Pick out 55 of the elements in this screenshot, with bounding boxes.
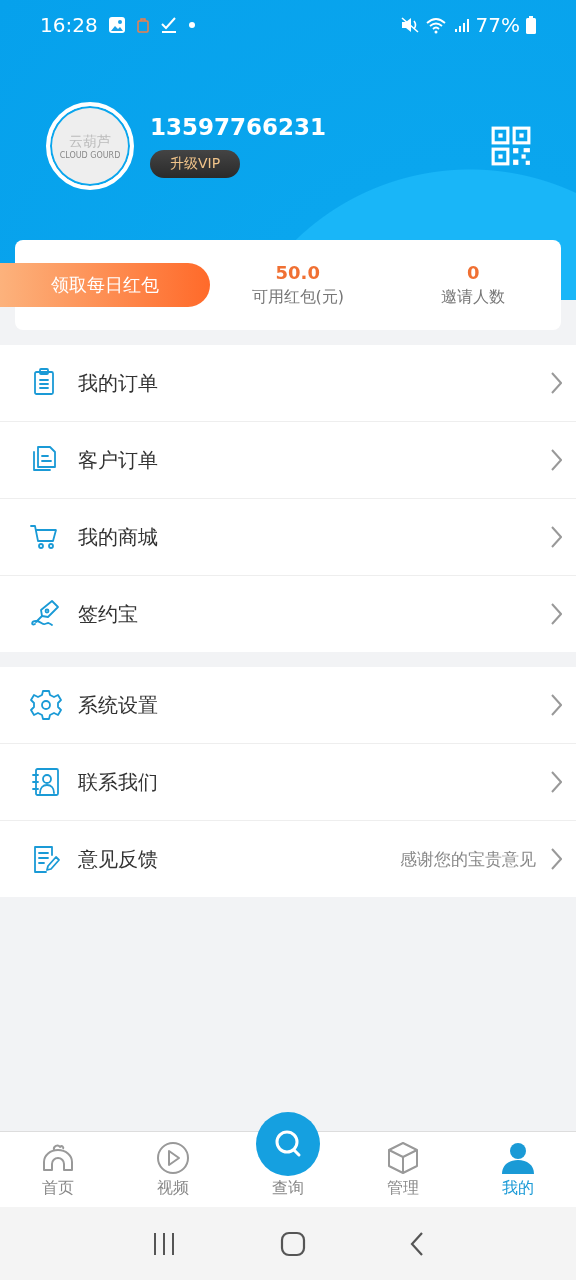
chevron-right-icon bbox=[550, 770, 562, 794]
menu-item[interactable]: 我的商城 bbox=[0, 499, 576, 576]
menu-label: 意见反馈 bbox=[78, 845, 159, 873]
stat-label: 邀请人数 bbox=[441, 287, 506, 308]
chevron-right-icon bbox=[550, 847, 562, 871]
tab-label: 视频 bbox=[156, 1178, 189, 1199]
wifi-icon bbox=[425, 16, 448, 34]
image-icon bbox=[107, 16, 126, 34]
battery-level: 77% bbox=[475, 13, 520, 37]
mute-icon bbox=[399, 16, 420, 34]
chevron-right-icon bbox=[550, 693, 562, 717]
settings-icon bbox=[30, 689, 62, 721]
menu-label: 客户订单 bbox=[78, 446, 159, 474]
tab-label: 查询 bbox=[272, 1178, 304, 1199]
tab-label: 管理 bbox=[387, 1178, 420, 1199]
menu-item[interactable]: 联系我们 bbox=[0, 744, 576, 821]
check-icon bbox=[159, 16, 178, 34]
menu-item[interactable]: 系统设置 bbox=[0, 667, 576, 744]
tab[interactable]: 视频 bbox=[115, 1132, 231, 1207]
signal-icon bbox=[453, 16, 470, 34]
menu-item[interactable]: 客户订单 bbox=[0, 422, 576, 499]
notification-icon bbox=[135, 17, 150, 33]
contact-book-icon bbox=[30, 766, 62, 798]
stat-value: 0 bbox=[467, 262, 480, 283]
tab[interactable]: 查询 bbox=[230, 1110, 346, 1207]
menu-hint: 感谢您的宝贵意见 bbox=[400, 847, 536, 871]
menu-item[interactable]: 我的订单 bbox=[0, 345, 576, 422]
upgrade-vip-button[interactable]: 升级VIP bbox=[150, 150, 241, 178]
stat-value: 50.0 bbox=[275, 262, 320, 283]
qr-code-icon[interactable] bbox=[490, 125, 532, 167]
person-icon bbox=[500, 1140, 537, 1176]
chevron-right-icon bbox=[550, 525, 562, 549]
menu-label: 签约宝 bbox=[78, 600, 139, 628]
menu-label: 系统设置 bbox=[78, 691, 159, 719]
tab-label: 首页 bbox=[41, 1178, 74, 1199]
tab-label: 我的 bbox=[502, 1178, 535, 1199]
chevron-right-icon bbox=[550, 448, 562, 472]
logo-subtext: CLOUD GOURD bbox=[59, 150, 121, 160]
tab[interactable]: 管理 bbox=[345, 1132, 461, 1207]
menu-label: 联系我们 bbox=[78, 768, 159, 796]
stat-label: 可用红包(元) bbox=[251, 287, 344, 308]
back-icon[interactable] bbox=[408, 1230, 425, 1257]
chevron-right-icon bbox=[550, 371, 562, 395]
status-time: 16:28 bbox=[40, 13, 98, 37]
menu-label: 我的订单 bbox=[78, 369, 159, 397]
chevron-right-icon bbox=[550, 602, 562, 626]
phone-number: 13597766231 bbox=[150, 114, 327, 140]
dot-icon bbox=[187, 21, 196, 29]
battery-icon bbox=[526, 16, 536, 34]
menu-item[interactable]: 意见反馈 感谢您的宝贵意见 bbox=[0, 821, 576, 897]
menu-item[interactable]: 签约宝 bbox=[0, 576, 576, 652]
home-button-icon[interactable] bbox=[280, 1230, 306, 1257]
tab[interactable]: 首页 bbox=[0, 1132, 116, 1207]
menu-label: 我的商城 bbox=[78, 523, 159, 551]
play-icon bbox=[154, 1140, 191, 1176]
